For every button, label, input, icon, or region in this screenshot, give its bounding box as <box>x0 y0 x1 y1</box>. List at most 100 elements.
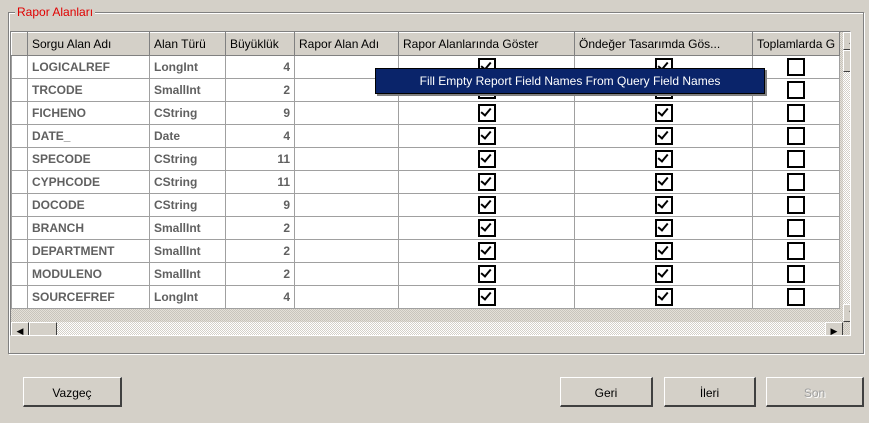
table-row[interactable]: SPECODE CString 11 <box>11 147 841 171</box>
column-header[interactable]: Sorgu Alan Adı <box>27 32 150 56</box>
default-design-checkbox[interactable] <box>654 150 673 168</box>
table-row[interactable]: SOURCEFREF LongInt 4 <box>11 285 841 309</box>
report-field-name[interactable] <box>294 147 399 171</box>
next-button[interactable]: İleri <box>664 377 756 407</box>
default-design-checkbox[interactable] <box>654 219 673 237</box>
show-checkbox[interactable] <box>477 242 496 260</box>
totals-cell[interactable] <box>751 147 841 171</box>
column-header[interactable]: Rapor Alan Adı <box>294 32 399 56</box>
table-row[interactable]: BRANCH SmallInt 2 <box>11 216 841 240</box>
finish-button[interactable]: Son <box>766 377 864 407</box>
report-field-name[interactable] <box>294 170 399 194</box>
default-design-checkbox[interactable] <box>654 196 673 214</box>
totals-cell[interactable] <box>751 55 841 79</box>
row-indicator[interactable] <box>11 193 28 217</box>
row-indicator[interactable] <box>11 147 28 171</box>
report-field-name[interactable] <box>294 239 399 263</box>
column-header[interactable]: Öndeğer Tasarımda Gös... <box>574 32 753 56</box>
show-cell[interactable] <box>398 239 575 263</box>
show-checkbox[interactable] <box>477 150 496 168</box>
horizontal-scroll-thumb[interactable] <box>29 322 57 335</box>
vertical-scrollbar[interactable]: ▲ ▼ <box>843 32 850 322</box>
show-cell[interactable] <box>398 147 575 171</box>
row-indicator[interactable] <box>11 101 28 125</box>
default-design-checkbox[interactable] <box>654 104 673 122</box>
table-row[interactable]: MODULENO SmallInt 2 <box>11 262 841 286</box>
totals-cell[interactable] <box>751 170 841 194</box>
totals-cell[interactable] <box>751 216 841 240</box>
default-design-cell[interactable] <box>574 170 753 194</box>
arrow-right-icon[interactable]: ▶ <box>825 322 843 335</box>
show-cell[interactable] <box>398 193 575 217</box>
default-design-cell[interactable] <box>574 239 753 263</box>
totals-cell[interactable] <box>751 262 841 286</box>
report-field-name[interactable] <box>294 124 399 148</box>
totals-checkbox[interactable] <box>787 81 806 99</box>
totals-checkbox[interactable] <box>787 58 806 76</box>
totals-cell[interactable] <box>751 124 841 148</box>
row-indicator[interactable] <box>11 78 28 102</box>
default-design-cell[interactable] <box>574 285 753 309</box>
show-cell[interactable] <box>398 170 575 194</box>
horizontal-scrollbar[interactable]: ◀ ▶ <box>11 322 843 335</box>
row-indicator[interactable] <box>11 239 28 263</box>
report-field-name[interactable] <box>294 101 399 125</box>
show-checkbox[interactable] <box>477 173 496 191</box>
totals-cell[interactable] <box>751 101 841 125</box>
default-design-cell[interactable] <box>574 193 753 217</box>
totals-checkbox[interactable] <box>787 196 806 214</box>
totals-cell[interactable] <box>751 285 841 309</box>
totals-checkbox[interactable] <box>787 219 806 237</box>
default-design-cell[interactable] <box>574 124 753 148</box>
default-design-checkbox[interactable] <box>654 127 673 145</box>
default-design-checkbox[interactable] <box>654 288 673 306</box>
default-design-cell[interactable] <box>574 101 753 125</box>
column-header[interactable]: Rapor Alanlarında Göster <box>398 32 575 56</box>
context-menu-fill-names[interactable]: Fill Empty Report Field Names From Query… <box>375 68 765 94</box>
column-header[interactable]: Büyüklük <box>225 32 295 56</box>
column-header[interactable]: Toplamlarda G <box>751 32 841 56</box>
row-indicator[interactable] <box>11 262 28 286</box>
default-design-checkbox[interactable] <box>654 265 673 283</box>
totals-cell[interactable] <box>751 78 841 102</box>
show-checkbox[interactable] <box>477 127 496 145</box>
totals-cell[interactable] <box>751 239 841 263</box>
table-row[interactable]: DOCODE CString 9 <box>11 193 841 217</box>
default-design-cell[interactable] <box>574 147 753 171</box>
table-row[interactable]: FICHENO CString 9 <box>11 101 841 125</box>
show-cell[interactable] <box>398 124 575 148</box>
default-design-checkbox[interactable] <box>654 173 673 191</box>
show-checkbox[interactable] <box>477 104 496 122</box>
totals-checkbox[interactable] <box>787 265 806 283</box>
row-indicator[interactable] <box>11 216 28 240</box>
arrow-up-icon[interactable]: ▲ <box>843 32 850 50</box>
totals-checkbox[interactable] <box>787 150 806 168</box>
row-indicator[interactable] <box>11 124 28 148</box>
totals-checkbox[interactable] <box>787 173 806 191</box>
arrow-down-icon[interactable]: ▼ <box>843 304 850 322</box>
show-cell[interactable] <box>398 262 575 286</box>
totals-checkbox[interactable] <box>787 127 806 145</box>
show-checkbox[interactable] <box>477 288 496 306</box>
show-cell[interactable] <box>398 101 575 125</box>
totals-cell[interactable] <box>751 193 841 217</box>
show-checkbox[interactable] <box>477 219 496 237</box>
row-indicator[interactable] <box>11 170 28 194</box>
totals-checkbox[interactable] <box>787 104 806 122</box>
arrow-left-icon[interactable]: ◀ <box>11 322 29 335</box>
row-indicator[interactable] <box>11 55 28 79</box>
back-button[interactable]: Geri <box>560 377 653 407</box>
show-cell[interactable] <box>398 216 575 240</box>
default-design-cell[interactable] <box>574 262 753 286</box>
report-field-name[interactable] <box>294 285 399 309</box>
show-cell[interactable] <box>398 285 575 309</box>
row-indicator[interactable] <box>11 285 28 309</box>
report-field-name[interactable] <box>294 193 399 217</box>
table-row[interactable]: DATE_ Date 4 <box>11 124 841 148</box>
cancel-button[interactable]: Vazgeç <box>23 377 122 407</box>
column-header[interactable]: Alan Türü <box>149 32 226 56</box>
show-checkbox[interactable] <box>477 196 496 214</box>
table-row[interactable]: CYPHCODE CString 11 <box>11 170 841 194</box>
report-field-name[interactable] <box>294 262 399 286</box>
vertical-scroll-thumb[interactable] <box>843 50 850 72</box>
